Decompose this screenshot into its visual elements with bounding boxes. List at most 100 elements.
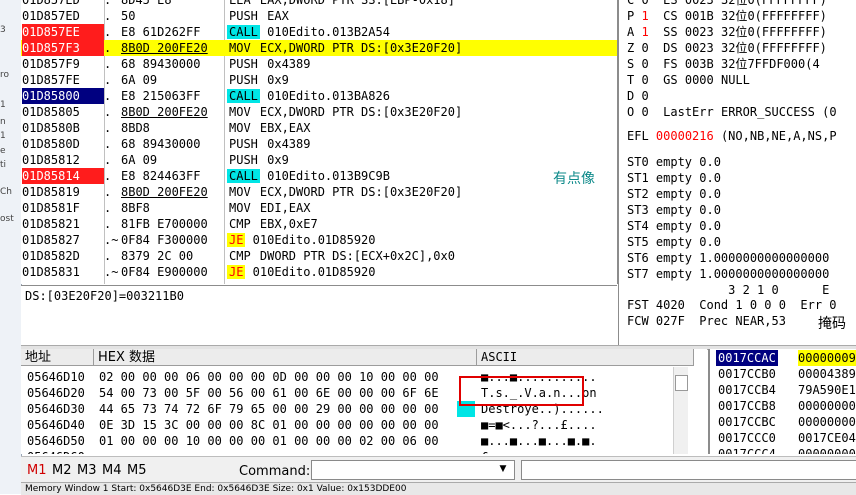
flag-value[interactable]: 0 xyxy=(641,73,648,87)
disasm-row[interactable]: 01D857ED. 8D45 E8 LEA EAX,DWORD PTR SS:[EB… xyxy=(21,0,617,8)
dump-hex-bytes[interactable]: 01 00 00 00 10 00 00 00 01 00 00 00 02 0… xyxy=(99,433,439,449)
disasm-address[interactable]: 01D857F9 xyxy=(22,56,104,72)
register-flag-line[interactable]: T 0 GS 0000 NULL xyxy=(627,72,750,88)
disasm-address[interactable]: 01D8580B xyxy=(22,120,104,136)
disasm-instruction[interactable]: CMP DWORD PTR DS:[ECX+0x2C],0x0 xyxy=(227,248,455,264)
efl-line[interactable]: EFL 00000216 (NO,NB,NE,A,NS,P xyxy=(627,128,837,144)
disasm-row[interactable]: 01D857ED. 50 PUSH EAX xyxy=(21,8,617,24)
disasm-instruction[interactable]: PUSH EAX xyxy=(227,8,289,24)
disasm-address[interactable]: 01D85814 xyxy=(22,168,104,184)
flag-value[interactable]: 1 xyxy=(641,25,648,39)
fpu-register-line[interactable]: ST4 empty 0.0 xyxy=(627,218,721,234)
disasm-row[interactable]: 01D85814. E8 824463FF CALL 010Edito.013B9C… xyxy=(21,168,617,184)
dump-address[interactable]: 05646D30 xyxy=(27,401,85,417)
disasm-row[interactable]: 01D8582D. 8379 2C 00 CMP DWORD PTR DS:[ECX… xyxy=(21,248,617,264)
register-flag-line[interactable]: D 0 xyxy=(627,88,678,104)
stack-value[interactable]: 00000000 xyxy=(798,398,856,414)
stack-value[interactable]: 00004389 xyxy=(798,366,856,382)
dump-row[interactable]: 05646D30 44 65 73 74 72 6F 79 65 00 00 29… xyxy=(21,401,707,417)
stack-value[interactable]: 0017CE04 xyxy=(798,430,856,446)
disasm-row[interactable]: 01D85819. 8B0D 200FE20 MOV ECX,DWORD PTR D… xyxy=(21,184,617,200)
dump-header-hex[interactable]: HEX 数据 xyxy=(94,349,477,366)
disasm-instruction[interactable]: CALL 010Edito.013B9C9B xyxy=(227,168,390,184)
fpu-register-line[interactable]: ST1 empty 0.0 xyxy=(627,170,721,186)
dump-header-address[interactable]: 地址 xyxy=(21,349,94,366)
command-input[interactable] xyxy=(311,460,515,480)
disasm-instruction[interactable]: LEA EAX,DWORD PTR SS:[EBP-0x18] xyxy=(227,0,455,8)
dump-address[interactable]: 05646D20 xyxy=(27,385,85,401)
fpu-register-line[interactable]: ST2 empty 0.0 xyxy=(627,186,721,202)
flag-value[interactable]: 0 xyxy=(641,57,648,71)
dump-address[interactable]: 05646D60 xyxy=(27,449,85,454)
dump-header-ascii[interactable]: ASCII xyxy=(477,349,694,366)
dump-address[interactable]: 05646D10 xyxy=(27,369,85,385)
disasm-address[interactable]: 01D857EE xyxy=(22,24,104,40)
stack-row[interactable]: 0017CCB0 00004389 xyxy=(710,366,856,382)
register-flag-line[interactable]: S 0 FS 003B 32位7FFDF000(4 xyxy=(627,56,820,72)
disasm-row[interactable]: 01D8580D. 68 89430000 PUSH 0x4389 xyxy=(21,136,617,152)
fpu-register-line[interactable]: ST3 empty 0.0 xyxy=(627,202,721,218)
dump-row[interactable]: 05646D20 54 00 73 00 5F 00 56 00 61 00 6E… xyxy=(21,385,707,401)
disasm-row[interactable]: 01D85812. 6A 09 PUSH 0x9 xyxy=(21,152,617,168)
disasm-instruction[interactable]: PUSH 0x4389 xyxy=(227,136,310,152)
disasm-instruction[interactable]: PUSH 0x9 xyxy=(227,152,289,168)
stack-value[interactable]: 00000000 xyxy=(798,414,856,430)
fcw-line[interactable]: FCW 027F Prec NEAR,53 xyxy=(627,313,786,329)
dump-hex-bytes[interactable]: 54 00 73 00 5F 00 56 00 61 00 6E 00 00 0… xyxy=(99,385,439,401)
stack-address[interactable]: 0017CCB4 xyxy=(718,382,776,398)
dump-ascii[interactable]: ■...■...■...■.■. xyxy=(481,433,597,449)
disasm-address[interactable]: 01D8580D xyxy=(22,136,104,152)
disasm-instruction[interactable]: MOV EBX,EAX xyxy=(227,120,310,136)
disasm-row[interactable]: 01D857EE. E8 61D262FF CALL 010Edito.013B2A… xyxy=(21,24,617,40)
dump-row[interactable]: 05646D40 0E 3D 15 3C 00 00 00 8C 01 00 00… xyxy=(21,417,707,433)
disasm-address[interactable]: 01D85831 xyxy=(22,264,104,280)
dump-hex-bytes[interactable]: 44 65 73 74 72 6F 79 65 00 00 29 00 00 0… xyxy=(99,401,439,417)
dump-scroll-thumb[interactable] xyxy=(675,375,688,391)
disasm-address[interactable]: 01D857ED xyxy=(22,8,104,24)
disasm-address[interactable]: 01D8582D xyxy=(22,248,104,264)
tab-m5[interactable]: M5 xyxy=(127,463,147,478)
efl-value[interactable]: 00000216 xyxy=(656,129,714,143)
tab-m1[interactable]: M1 xyxy=(27,463,47,478)
disasm-instruction[interactable]: PUSH 0x4389 xyxy=(227,56,310,72)
stack-row[interactable]: 0017CCBC 00000000 xyxy=(710,414,856,430)
flag-value[interactable]: 0 xyxy=(641,41,648,55)
disasm-instruction[interactable]: MOV ECX,DWORD PTR DS:[0x3E20F20] xyxy=(227,40,462,56)
dump-row[interactable]: 05646D10 02 00 00 00 06 00 00 00 0D 00 00… xyxy=(21,369,707,385)
disasm-row[interactable]: 01D857F9. 68 89430000 PUSH 0x4389 xyxy=(21,56,617,72)
disasm-address[interactable]: 01D8581F xyxy=(22,200,104,216)
disasm-address[interactable]: 01D857FE xyxy=(22,72,104,88)
disasm-row[interactable]: 01D85805. 8B0D 200FE20 MOV ECX,DWORD PTR D… xyxy=(21,104,617,120)
register-flag-line[interactable]: Z 0 DS 0023 32位0(FFFFFFFF) xyxy=(627,40,827,56)
disasm-row[interactable]: 01D85821. 81FB E700000 CMP EBX,0xE7 xyxy=(21,216,617,232)
disasm-instruction[interactable]: CALL 010Edito.013BA826 xyxy=(227,88,390,104)
register-flag-line[interactable]: O 0 LastErr ERROR_SUCCESS (0 xyxy=(627,104,844,120)
disasm-instruction[interactable]: CALL 010Edito.013B2A54 xyxy=(227,24,390,40)
dump-hex-bytes[interactable]: 0E 3D 15 3C 00 00 00 8C 01 00 00 00 00 0… xyxy=(99,417,439,433)
stack-row[interactable]: 0017CCAC 00000009 xyxy=(710,350,856,366)
flag-value[interactable]: 0 xyxy=(641,89,648,103)
stack-row[interactable]: 0017CCB4 79A590E1 xyxy=(710,382,856,398)
flag-value[interactable]: 0 xyxy=(641,105,648,119)
flag-value[interactable]: 0 xyxy=(641,0,648,7)
fpu-register-line[interactable]: ST6 empty 1.0000000000000000 xyxy=(627,250,829,266)
disasm-address[interactable]: 01D85827 xyxy=(22,232,104,248)
tab-m3[interactable]: M3 xyxy=(77,463,97,478)
register-flag-line[interactable]: P 1 CS 001B 32位0(FFFFFFFF) xyxy=(627,8,827,24)
disasm-row[interactable]: 01D85831 .~ 0F84 E900000 JE 010Edito.01D859… xyxy=(21,264,617,280)
disasm-instruction[interactable]: PUSH 0x9 xyxy=(227,72,289,88)
disasm-instruction[interactable]: JE 010Edito.01D85920 xyxy=(227,232,376,248)
flag-value[interactable]: 1 xyxy=(641,9,648,23)
disasm-address[interactable]: 01D857F3 xyxy=(22,40,104,56)
disasm-instruction[interactable]: MOV EDI,EAX xyxy=(227,200,310,216)
dump-row[interactable]: 05646D50 01 00 00 00 10 00 00 00 01 00 00… xyxy=(21,433,707,449)
stack-value[interactable]: 00000000 xyxy=(798,446,856,454)
disasm-address[interactable]: 01D85812 xyxy=(22,152,104,168)
stack-row[interactable]: 0017CCC0 0017CE04 xyxy=(710,430,856,446)
fpu-register-line[interactable]: ST7 empty 1.0000000000000000 xyxy=(627,266,829,282)
disassembly-pane[interactable]: 01D857ED. 8D45 E8 LEA EAX,DWORD PTR SS:[EB… xyxy=(21,0,618,284)
disasm-instruction[interactable]: MOV ECX,DWORD PTR DS:[0x3E20F20] xyxy=(227,104,462,120)
memory-dump-pane[interactable]: 地址 HEX 数据 ASCII 05646D10 02 00 00 00 06 0… xyxy=(21,349,707,454)
disasm-row[interactable]: 01D85827 .~ 0F84 F300000 JE 010Edito.01D859… xyxy=(21,232,617,248)
disasm-address[interactable]: 01D85800 xyxy=(22,88,104,104)
